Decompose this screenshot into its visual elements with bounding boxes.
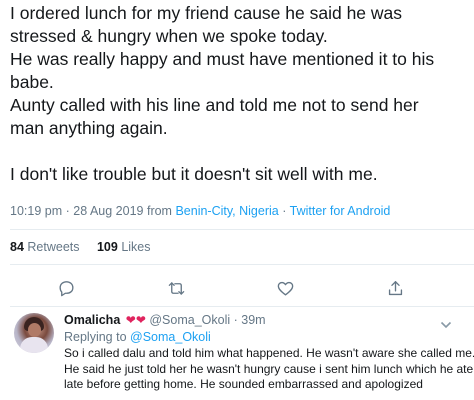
like-button[interactable] bbox=[271, 274, 299, 302]
meta-separator: · bbox=[282, 204, 287, 218]
chevron-down-icon bbox=[440, 321, 452, 329]
share-button[interactable] bbox=[381, 274, 409, 302]
reply-text-line: He said he just told her he wasn't hungr… bbox=[64, 361, 474, 376]
share-icon bbox=[388, 280, 402, 295]
reply-icon bbox=[58, 280, 74, 296]
reply-separator: · bbox=[233, 313, 238, 327]
heart-emoji: ❤❤ bbox=[125, 313, 146, 327]
tweet-line: stressed & hungry when we spoke today. bbox=[10, 26, 328, 46]
reply-author-handle[interactable]: @Soma_Okoli bbox=[149, 313, 230, 327]
replying-to-mention[interactable]: @Soma_Okoli bbox=[130, 330, 211, 344]
tweet-line: I ordered lunch for my friend cause he s… bbox=[10, 3, 403, 23]
likes-stat[interactable]: 109 Likes bbox=[97, 240, 151, 254]
tweet-line: man anything again. bbox=[10, 118, 168, 138]
divider bbox=[10, 306, 474, 307]
replying-to: Replying to @Soma_Okoli bbox=[64, 330, 211, 344]
divider bbox=[10, 264, 474, 265]
retweet-icon bbox=[168, 281, 184, 295]
reply-author-name[interactable]: Omalicha bbox=[64, 313, 120, 327]
tweet-line: He was really happy and must have mentio… bbox=[10, 49, 435, 69]
reply-text-line: So i called dalu and told him what happe… bbox=[64, 346, 474, 360]
reply-text-line: late before getting home. He sounded emb… bbox=[64, 377, 423, 392]
replying-prefix: Replying to bbox=[64, 330, 127, 344]
meta-separator: · bbox=[65, 204, 70, 218]
likes-label: Likes bbox=[121, 240, 151, 254]
from-label: from bbox=[146, 204, 172, 218]
tweet-meta: 10:19 pm · 28 Aug 2019 from Benin-City, … bbox=[10, 204, 390, 218]
reply-tweet[interactable]: Omalicha ❤❤ @Soma_Okoli · 39m Replying t… bbox=[0, 311, 474, 400]
reply-age[interactable]: 39m bbox=[241, 313, 265, 327]
tweet-stats: 84 Retweets 109 Likes bbox=[10, 240, 165, 254]
reply-header: Omalicha ❤❤ @Soma_Okoli · 39m bbox=[64, 313, 266, 327]
reply-button[interactable] bbox=[52, 274, 80, 302]
retweet-button[interactable] bbox=[162, 274, 190, 302]
more-options-button[interactable] bbox=[440, 317, 452, 329]
tweet-text: I ordered lunch for my friend cause he s… bbox=[10, 2, 468, 186]
tweet-source-link[interactable]: Twitter for Android bbox=[290, 204, 391, 218]
like-icon bbox=[277, 281, 293, 296]
retweets-count: 84 bbox=[10, 240, 24, 254]
avatar[interactable] bbox=[14, 313, 54, 353]
tweet-time[interactable]: 10:19 pm bbox=[10, 204, 62, 218]
tweet-line: I don't like trouble but it doesn't sit … bbox=[10, 164, 378, 184]
retweets-stat[interactable]: 84 Retweets bbox=[10, 240, 80, 254]
divider bbox=[10, 229, 474, 230]
likes-count: 109 bbox=[96, 240, 118, 254]
tweet-actions bbox=[0, 274, 474, 302]
reply-text: So i called dalu and told him what happe… bbox=[64, 346, 474, 393]
tweet-date[interactable]: 28 Aug 2019 bbox=[73, 204, 143, 218]
tweet-line: babe. bbox=[10, 72, 54, 92]
tweet-line: Aunty called with his line and told me n… bbox=[10, 95, 419, 115]
tweet-location-link[interactable]: Benin-City, Nigeria bbox=[175, 204, 278, 218]
retweets-label: Retweets bbox=[27, 240, 80, 254]
